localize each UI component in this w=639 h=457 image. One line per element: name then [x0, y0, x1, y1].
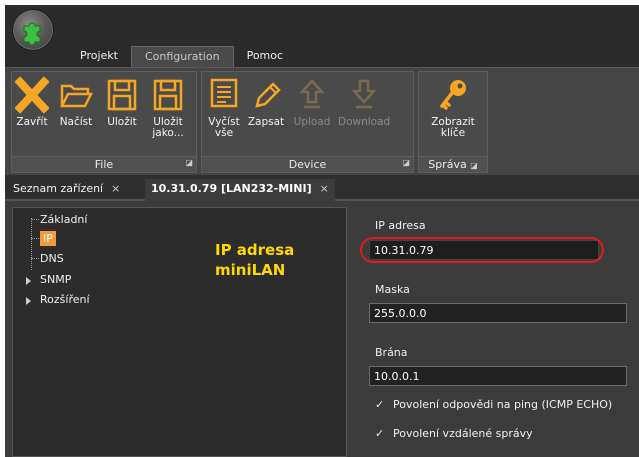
folder-open-icon [59, 84, 93, 108]
tab-device-list-label: Seznam zařízení [13, 182, 104, 195]
device-group-title: Device [288, 158, 327, 171]
tab-device-config-label: 10.31.0.79 [LAN232-MINI] [151, 182, 312, 195]
upload-icon [299, 79, 325, 109]
load-label: Načíst [59, 116, 93, 128]
title-bar: Projekt Configuration Pomoc [5, 5, 639, 67]
ping-checkbox-label: Povolení odpovědi na ping (ICMP ECHO) [393, 398, 613, 411]
tree-item-basic[interactable]: Základní [40, 213, 87, 226]
mask-field[interactable] [369, 303, 627, 323]
load-button[interactable]: Načíst [56, 76, 96, 128]
tree-item-dns[interactable]: DNS [40, 252, 64, 265]
tree-item-ip[interactable]: IP [40, 231, 56, 246]
close-tab-icon[interactable]: × [111, 182, 120, 195]
annotation-line-1: IP adresa [215, 241, 295, 259]
tab-projekt[interactable]: Projekt [67, 46, 131, 67]
dialog-launcher-icon[interactable]: ◪ [402, 155, 410, 170]
ribbon-group-device: Vyčíst vše Zapsat Upload Download Device… [201, 71, 414, 173]
tree-item-snmp[interactable]: SNMP [40, 273, 71, 286]
puzzle-icon [23, 22, 41, 45]
download-label: Download [338, 116, 391, 128]
gateway-field[interactable] [369, 366, 627, 386]
close-label: Zavřít [16, 116, 48, 128]
download-icon [351, 79, 377, 109]
read-all-label: Vyčíst vše [208, 116, 240, 139]
manage-group-title: Správa [428, 158, 467, 171]
save-button[interactable]: Uložit [102, 76, 142, 128]
menu-tabs: Projekt Configuration Pomoc [67, 46, 296, 67]
annotation-line-2: miniLAN [215, 261, 286, 279]
settings-tree: Základní IP DNS SNMP Rozšíření [12, 207, 347, 457]
key-icon [440, 80, 466, 110]
application-window: Projekt Configuration Pomoc Zavřít Načís… [5, 5, 639, 457]
tree-connector [31, 258, 39, 259]
ribbon-group-manage-label: Správa ◪ [419, 156, 487, 172]
save-as-button[interactable]: Uložit jako... [148, 76, 188, 139]
tab-configuration[interactable]: Configuration [130, 46, 234, 67]
dialog-launcher-icon[interactable]: ◪ [470, 161, 478, 170]
read-all-button[interactable]: Vyčíst vše [204, 76, 244, 139]
save-as-icon [153, 79, 183, 111]
checkmark-icon: ✓ [375, 398, 385, 411]
remote-admin-checkbox[interactable]: ✓ Povolení vzdálené správy [375, 427, 533, 440]
read-all-icon [210, 78, 238, 108]
write-button[interactable]: Zapsat [246, 76, 286, 128]
mask-label: Maska [375, 283, 410, 296]
expand-arrow-icon[interactable] [26, 277, 31, 285]
tab-device-config[interactable]: 10.31.0.79 [LAN232-MINI] × [145, 179, 335, 201]
ribbon-group-manage: Zobrazit klíče Správa ◪ [418, 71, 488, 173]
upload-label: Upload [293, 116, 331, 128]
ribbon-group-file: Zavřít Načíst Uložit Uložit jako... File… [11, 71, 197, 173]
file-group-title: File [94, 158, 114, 171]
save-icon [107, 79, 137, 111]
close-tab-icon[interactable]: × [320, 182, 329, 195]
show-keys-label: Zobrazit klíče [431, 116, 475, 139]
tab-pomoc[interactable]: Pomoc [234, 46, 296, 67]
save-label: Uložit [107, 116, 137, 128]
tree-connector [31, 238, 39, 239]
pencil-icon [255, 82, 281, 108]
dialog-launcher-icon[interactable]: ◪ [185, 155, 193, 170]
app-logo[interactable] [12, 9, 54, 51]
tree-connector [31, 219, 39, 220]
download-button[interactable]: Download [338, 76, 390, 128]
expand-arrow-icon[interactable] [26, 297, 31, 305]
checkmark-icon: ✓ [375, 427, 385, 440]
ribbon-group-device-label: Device ◪ [202, 156, 413, 172]
ribbon-group-file-label: File ◪ [12, 156, 196, 172]
document-tabs: Seznam zařízení × 10.31.0.79 [LAN232-MINI… [5, 175, 639, 201]
show-keys-button[interactable]: Zobrazit klíče [423, 76, 483, 139]
remote-admin-checkbox-label: Povolení vzdálené správy [393, 427, 533, 440]
close-button[interactable]: Zavřít [14, 76, 50, 128]
close-icon [15, 76, 49, 114]
tab-device-list[interactable]: Seznam zařízení × [7, 179, 126, 201]
ip-address-label: IP adresa [375, 219, 426, 232]
tree-connector [31, 218, 32, 270]
ping-checkbox[interactable]: ✓ Povolení odpovědi na ping (ICMP ECHO) [375, 398, 612, 411]
save-as-label: Uložit jako... [152, 116, 184, 139]
gateway-label: Brána [375, 346, 408, 359]
tree-item-extensions[interactable]: Rozšíření [40, 293, 90, 306]
write-label: Zapsat [247, 116, 285, 128]
ip-annotation: IP adresa miniLAN [215, 240, 294, 280]
upload-button[interactable]: Upload [290, 76, 334, 128]
highlight-ring [360, 237, 604, 263]
ribbon: Zavřít Načíst Uložit Uložit jako... File… [5, 67, 639, 175]
